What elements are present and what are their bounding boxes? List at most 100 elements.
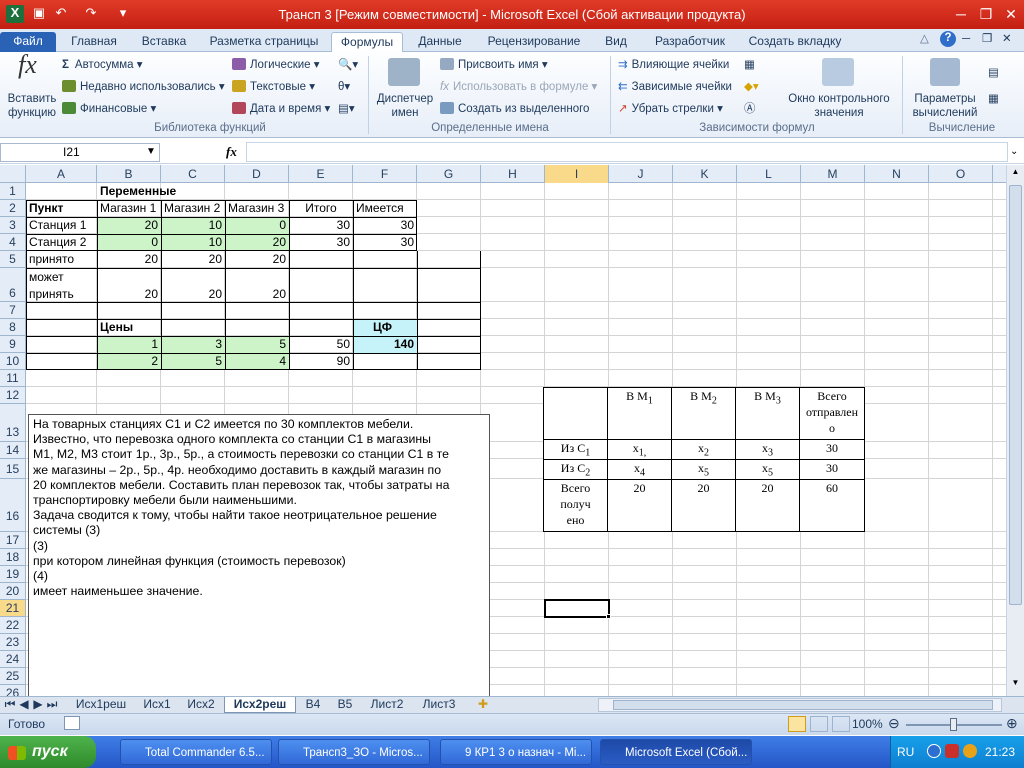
column-header-selected[interactable]: I [545,165,609,183]
name-box-dropdown-icon[interactable]: ▼ [146,146,156,157]
cell-a6-line1[interactable]: может [26,269,97,285]
cell-e3[interactable]: 30 [289,217,353,233]
cell-d2[interactable]: Магазин 3 [225,200,289,216]
zoom-out-icon[interactable]: ⊖ [888,715,900,732]
cell-b9[interactable]: 1 [97,336,161,352]
cell-c6[interactable]: 20 [161,286,225,302]
fx-icon[interactable]: fx [226,144,237,160]
cell-d9[interactable]: 5 [225,336,289,352]
column-header[interactable]: K [673,165,737,183]
row-header-selected[interactable]: 21 [0,600,26,617]
math-icon[interactable]: θ▾ [338,80,350,94]
vertical-scroll-thumb[interactable] [1009,185,1022,605]
tray-icon[interactable] [927,744,941,758]
remove-arrows-button[interactable]: ↗ Убрать стрелки ▾ [618,102,723,116]
page-break-view-icon[interactable] [832,716,850,732]
taskbar-item-word-2[interactable]: 9 КР1 3 о назнач - Mi... [440,739,592,765]
scroll-up-icon[interactable]: ▲ [1009,167,1022,181]
cell-f8[interactable]: ЦФ [353,319,417,335]
taskbar-item-word-1[interactable]: Трансп3_ЗО - Micros... [278,739,430,765]
tab-developer[interactable]: Разработчик [644,32,736,52]
cell-c3[interactable]: 10 [161,217,225,233]
fill-handle[interactable] [606,614,611,619]
row-header[interactable]: 5 [0,251,26,268]
row-header[interactable]: 10 [0,353,26,370]
cell-b6[interactable]: 20 [97,286,161,302]
row-header[interactable]: 2 [0,200,26,217]
calc-options-button[interactable]: Параметры вычислений [906,92,984,120]
tab-page-layout[interactable]: Разметка страницы [204,32,324,52]
column-header[interactable]: B [97,165,161,183]
cell-e4[interactable]: 30 [289,234,353,250]
calc-options-icon[interactable] [930,58,960,86]
lookup-icon[interactable]: 🔍▾ [338,58,358,72]
sheet-tab[interactable]: В5 [330,697,360,713]
create-from-selection-button[interactable]: Создать из выделенного [440,102,589,116]
sheet-tab[interactable]: Исх2 [180,697,222,713]
embedded-transport-table[interactable]: В М1 В М2 В М3 Всего отправлен о Из С1 x1,… [543,387,865,532]
tray-icon[interactable] [963,744,977,758]
row-header[interactable]: 8 [0,319,26,336]
cell-c4[interactable]: 10 [161,234,225,250]
tab-insert[interactable]: Вставка [132,32,196,52]
cell-e9[interactable]: 50 [289,336,353,352]
recent-functions-button[interactable]: Недавно использовались ▾ [62,80,225,94]
more-functions-icon[interactable]: ▤▾ [338,102,355,116]
row-header[interactable]: 23 [0,634,26,651]
sheet-tab-active[interactable]: Исх2реш [224,697,296,713]
row-header[interactable]: 16 [0,479,26,532]
watch-window-icon[interactable] [822,58,854,86]
row-header[interactable]: 6 [0,268,26,302]
tab-file[interactable]: Файл [0,32,56,52]
cell-b1[interactable]: Переменные [97,183,257,199]
column-header[interactable]: N [865,165,929,183]
row-header[interactable]: 15 [0,459,26,479]
watch-window-button[interactable]: Окно контрольного значения [782,92,896,120]
row-header[interactable]: 11 [0,370,26,387]
doc-minimize-icon[interactable]: ─ [962,32,970,46]
zoom-slider-handle[interactable] [950,718,957,731]
row-header[interactable]: 22 [0,617,26,634]
evaluate-formula-icon[interactable]: Ⓐ [744,102,756,116]
row-header[interactable]: 13 [0,404,26,442]
use-in-formula-button[interactable]: fx Использовать в формуле ▾ [440,80,597,94]
language-indicator[interactable]: RU [897,745,914,759]
row-header[interactable]: 3 [0,217,26,234]
horizontal-scrollbar[interactable] [598,698,1002,712]
cell-b2[interactable]: Магазин 1 [97,200,161,216]
cell-b5[interactable]: 20 [97,251,161,267]
horizontal-scroll-thumb[interactable] [613,700,993,710]
row-header[interactable]: 25 [0,668,26,685]
column-header[interactable]: A [26,165,97,183]
insert-function-button[interactable]: Вставить функцию [4,92,60,120]
name-box[interactable]: I21 [0,143,160,162]
assign-name-button[interactable]: Присвоить имя ▾ [440,58,548,72]
ribbon-minimize-icon[interactable]: △ [920,32,929,46]
row-header[interactable]: 18 [0,549,26,566]
sheet-tab[interactable]: Исх1 [136,697,178,713]
cell-a4[interactable]: Станция 2 [26,234,97,250]
logical-button[interactable]: Логические ▾ [232,58,320,72]
cell-b3[interactable]: 20 [97,217,161,233]
doc-restore-icon[interactable]: ❐ [982,32,992,46]
datetime-button[interactable]: Дата и время ▾ [232,102,330,116]
trace-precedents-button[interactable]: ⇉ Влияющие ячейки [618,58,729,72]
cell-c10[interactable]: 5 [161,353,225,369]
sheet-tab[interactable]: Лист3 [414,697,464,713]
macro-record-icon[interactable] [64,716,80,730]
row-header[interactable]: 7 [0,302,26,319]
row-header[interactable]: 12 [0,387,26,404]
restore-icon[interactable]: ❐ [975,4,997,24]
select-all-corner[interactable] [0,165,26,183]
tab-formulas[interactable]: Формулы [331,32,403,52]
column-header[interactable]: H [481,165,545,183]
tab-data[interactable]: Данные [410,32,470,52]
row-header[interactable]: 17 [0,532,26,549]
column-header[interactable]: O [929,165,993,183]
cell-f3[interactable]: 30 [353,217,417,233]
name-manager-icon[interactable] [388,58,420,86]
last-sheet-icon[interactable]: ⏭ [46,697,58,713]
taskbar-item-total-commander[interactable]: Total Commander 6.5... [120,739,272,765]
first-sheet-icon[interactable]: ⏮ [4,697,16,713]
cell-d5[interactable]: 20 [225,251,289,267]
